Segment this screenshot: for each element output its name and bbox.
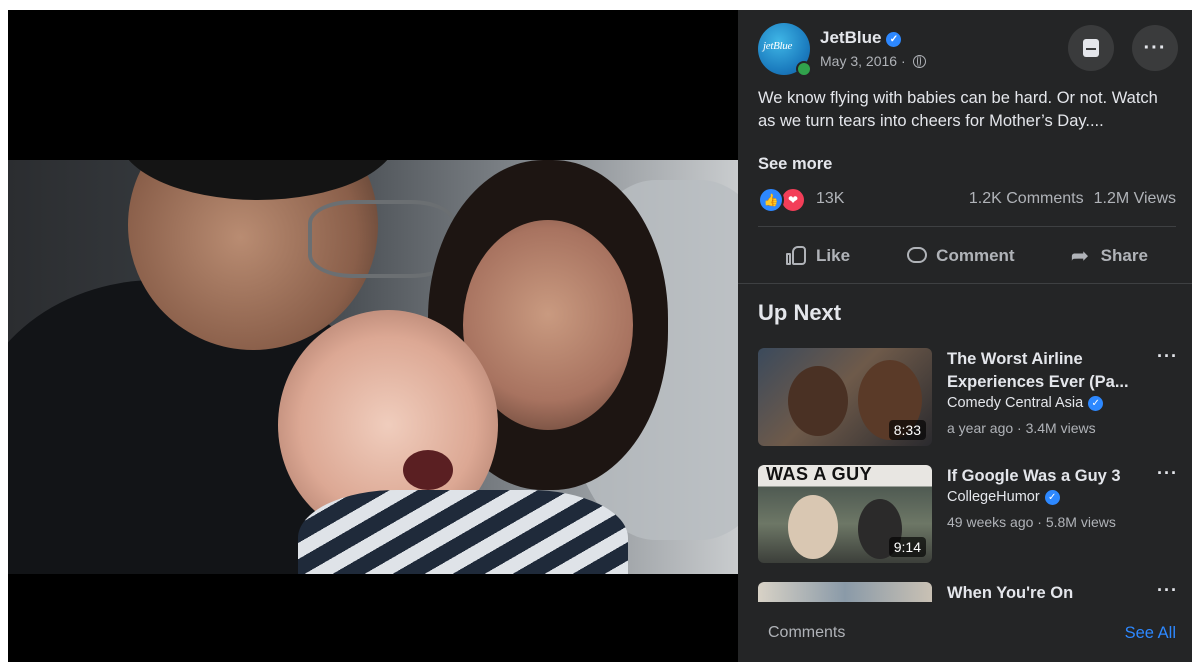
bookmark-icon [1083, 39, 1099, 57]
more-options-button[interactable]: ··· [1132, 25, 1178, 71]
panel-footer: Comments See All [738, 614, 1192, 662]
section-divider [738, 283, 1192, 284]
verified-icon: ✓ [1044, 490, 1060, 505]
scene-baby-outfit [298, 490, 628, 574]
see-all-link[interactable]: See All [1125, 624, 1176, 643]
scene-baby-mouth [403, 450, 453, 490]
like-label: Like [816, 246, 851, 265]
video-meta: a year ago · 3.4M views [947, 420, 1096, 436]
more-icon[interactable]: ··· [1157, 346, 1178, 367]
thumbs-up-icon [786, 246, 808, 266]
up-next-item[interactable]: When You're On ··· [758, 582, 1178, 602]
post-date[interactable]: May 3, 2016 · [820, 53, 906, 69]
comment-bubble-icon [906, 246, 928, 266]
comments-tab[interactable]: Comments [768, 624, 845, 642]
video-title[interactable]: The Worst Airline Experiences Ever (Pa..… [947, 348, 1157, 394]
reaction-count[interactable]: 13K [816, 190, 844, 208]
comments-count[interactable]: 1.2K Comments [969, 190, 1084, 207]
post-text: We know flying with babies can be hard. … [758, 89, 1158, 130]
views-count: 1.2M Views [1093, 190, 1176, 207]
video-thumbnail[interactable]: WAS A GUY 9:14 [758, 465, 932, 563]
post-panel: jetBlue JetBlue ✓ May 3, 2016 · ··· We kn… [738, 10, 1192, 662]
online-status-dot [796, 61, 812, 77]
globe-icon [912, 55, 926, 68]
share-label: Share [1100, 246, 1148, 265]
post-header: jetBlue JetBlue ✓ May 3, 2016 · ··· [758, 23, 1178, 79]
more-icon[interactable]: ··· [1157, 582, 1178, 601]
like-reaction-icon[interactable]: 👍 [758, 187, 784, 213]
video-duration: 8:33 [888, 420, 926, 440]
video-thumbnail[interactable]: 8:33 [758, 348, 932, 446]
share-button[interactable]: Share [1071, 243, 1148, 269]
avatar-logo-text: jetBlue [763, 40, 793, 52]
channel-name[interactable]: CollegeHumor ✓ [947, 489, 1060, 505]
post-stats: 1.2K Comments 1.2M Views [969, 190, 1176, 208]
video-duration: 9:14 [888, 537, 926, 557]
like-button[interactable]: Like [786, 246, 850, 266]
video-viewer: jetBlue JetBlue ✓ May 3, 2016 · ··· We kn… [8, 10, 1192, 662]
reactions-summary: 👍 ❤ 13K 1.2K Comments 1.2M Views [758, 187, 1176, 213]
video-thumbnail[interactable] [758, 582, 932, 602]
page-name-label[interactable]: JetBlue [820, 28, 881, 47]
up-next-heading: Up Next [758, 300, 842, 325]
comment-label: Comment [936, 246, 1015, 265]
channel-name-label[interactable]: CollegeHumor [947, 489, 1040, 505]
post-timestamp[interactable]: May 3, 2016 · [820, 53, 926, 69]
up-next-item[interactable]: WAS A GUY 9:14 If Google Was a Guy 3 Col… [758, 463, 1178, 565]
comment-button[interactable]: Comment [906, 246, 1015, 266]
page-name[interactable]: JetBlue ✓ [820, 28, 902, 48]
video-title[interactable]: If Google Was a Guy 3 [947, 465, 1157, 488]
thumb-figure-left [788, 495, 838, 559]
video-title[interactable]: When You're On [947, 582, 1157, 602]
video-frame[interactable] [8, 160, 738, 574]
verified-icon: ✓ [886, 32, 902, 47]
thumb-figure-left [788, 366, 848, 436]
thumb-banner: WAS A GUY [766, 465, 873, 484]
video-player[interactable] [8, 10, 738, 662]
see-more-link[interactable]: See more [758, 155, 832, 174]
up-next-item[interactable]: 8:33 The Worst Airline Experiences Ever … [758, 346, 1178, 448]
channel-name[interactable]: Comedy Central Asia ✓ [947, 395, 1104, 411]
verified-icon: ✓ [1088, 396, 1104, 411]
divider [758, 226, 1176, 227]
post-actions: Like Comment Share [758, 238, 1176, 274]
share-arrow-icon [1071, 243, 1093, 269]
more-icon: ··· [1143, 36, 1167, 59]
save-button[interactable] [1068, 25, 1114, 71]
channel-name-label[interactable]: Comedy Central Asia [947, 395, 1083, 411]
video-meta: 49 weeks ago · 5.8M views [947, 514, 1116, 530]
more-icon[interactable]: ··· [1157, 463, 1178, 484]
